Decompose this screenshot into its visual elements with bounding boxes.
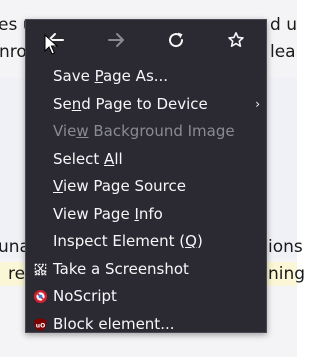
menu-item-select-all[interactable]: Select All: [26, 146, 266, 174]
menu-item-take-screenshot[interactable]: Take a Screenshot: [26, 256, 266, 284]
submenu-arrow-icon: ›: [255, 96, 260, 111]
menu-item-view-background-image: View Background Image: [26, 118, 266, 146]
noscript-icon: [33, 289, 48, 304]
menu-item-label: View Page Source: [53, 177, 186, 195]
context-menu-nav-row: [26, 20, 266, 60]
background-text: nro: [0, 42, 27, 62]
menu-item-label: Send Page to Device: [53, 94, 208, 113]
background-text: lea: [270, 42, 296, 62]
background-text: ning: [268, 264, 306, 284]
menu-item-label: NoScript: [53, 287, 117, 305]
menu-item-label: View Page Info: [53, 204, 163, 223]
menu-item-label: Save Page As...: [53, 67, 169, 85]
menu-item-label: Select All: [53, 149, 123, 168]
menu-item-block-element[interactable]: uO Block element...: [26, 311, 266, 339]
menu-item-view-page-source[interactable]: View Page Source: [26, 173, 266, 201]
reload-button[interactable]: [162, 26, 190, 54]
forward-arrow-icon: [108, 33, 124, 47]
background-text: re: [8, 264, 26, 284]
svg-text:uO: uO: [36, 322, 46, 329]
context-menu: Save Page As... Send Page to Device › Vi…: [25, 19, 267, 333]
background-text: d u: [270, 15, 297, 35]
bookmark-button[interactable]: [222, 26, 250, 54]
menu-item-view-page-info[interactable]: View Page Info: [26, 201, 266, 229]
star-icon: [228, 31, 244, 47]
mouse-pointer-icon: [44, 34, 58, 55]
forward-button[interactable]: [102, 26, 130, 54]
context-menu-items: Save Page As... Send Page to Device › Vi…: [26, 63, 266, 338]
menu-item-send-page-to-device[interactable]: Send Page to Device ›: [26, 91, 266, 119]
menu-item-label: View Background Image: [53, 122, 235, 140]
screenshot-icon: [34, 263, 47, 275]
menu-item-label: Inspect Element (Q): [53, 232, 203, 250]
menu-item-inspect-element[interactable]: Inspect Element (Q): [26, 228, 266, 256]
menu-item-label: Take a Screenshot: [53, 259, 189, 278]
menu-item-noscript[interactable]: NoScript: [26, 283, 266, 311]
menu-item-save-page-as[interactable]: Save Page As...: [26, 63, 266, 91]
ublock-icon: uO: [34, 317, 47, 331]
reload-icon: [169, 32, 184, 48]
background-text: ions: [268, 237, 303, 257]
menu-item-label: Block element...: [53, 314, 175, 333]
